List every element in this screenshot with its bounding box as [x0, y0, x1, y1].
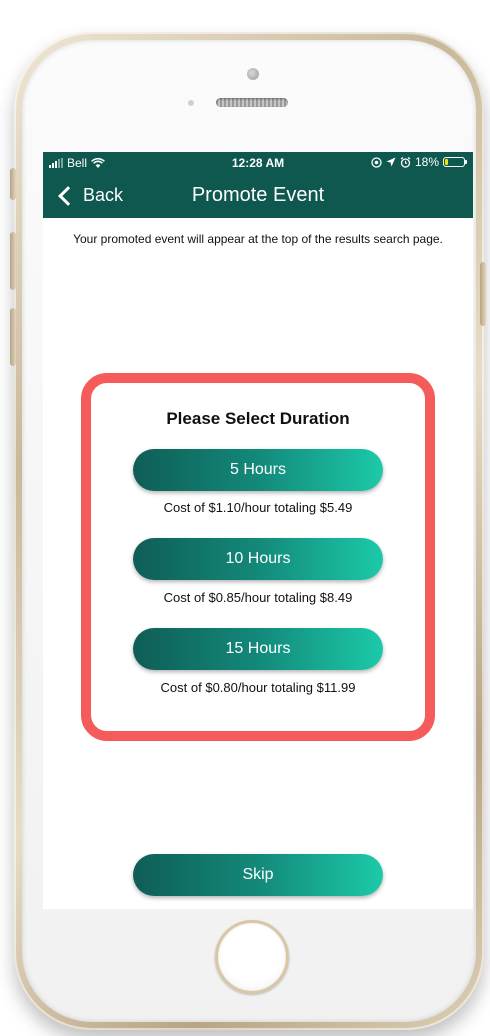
location-arrow-icon — [386, 157, 396, 167]
duration-5-hours-button[interactable]: 5 Hours — [133, 449, 383, 491]
battery-icon — [443, 157, 467, 167]
front-camera-icon — [247, 68, 259, 80]
duration-5-hours-cost: Cost of $1.10/hour totaling $5.49 — [163, 500, 353, 515]
duration-10-hours-cost: Cost of $0.85/hour totaling $8.49 — [163, 590, 353, 605]
duration-selection-panel: Please Select Duration 5 Hours Cost of $… — [81, 373, 435, 741]
proximity-sensor — [188, 100, 194, 106]
volume-up-button — [10, 232, 16, 290]
duration-10-hours-button[interactable]: 10 Hours — [133, 538, 383, 580]
home-button[interactable] — [215, 920, 289, 994]
power-button — [480, 262, 486, 326]
promotion-description: Your promoted event will appear at the t… — [73, 232, 443, 246]
skip-button[interactable]: Skip — [133, 854, 383, 896]
volume-down-button — [10, 308, 16, 366]
duration-15-hours-button[interactable]: 15 Hours — [133, 628, 383, 670]
status-bar: Bell 12:28 AM 18% — [43, 152, 473, 174]
battery-percent: 18% — [414, 155, 439, 169]
app-screen: Bell 12:28 AM 18% Back Promote Event You… — [43, 152, 473, 914]
earpiece-speaker — [216, 98, 288, 107]
navigation-bar: Back Promote Event — [43, 174, 473, 218]
page-title: Promote Event — [191, 184, 325, 206]
alarm-icon — [400, 156, 411, 168]
location-lock-icon — [371, 156, 382, 168]
duration-15-hours-cost: Cost of $0.80/hour totaling $11.99 — [160, 680, 356, 695]
duration-panel-title: Please Select Duration — [166, 409, 350, 428]
screen-bottom-edge — [43, 909, 473, 914]
status-right: 18% — [371, 155, 467, 169]
silent-switch — [10, 168, 16, 200]
